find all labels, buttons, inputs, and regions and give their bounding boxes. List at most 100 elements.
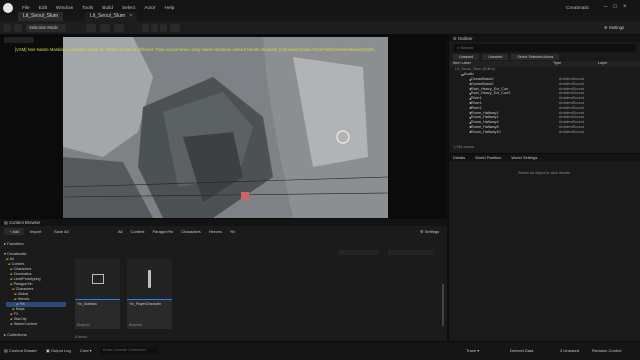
details-panel: Details World Partition World Settings S… (448, 153, 640, 341)
menu-actor[interactable]: Actor (144, 6, 155, 12)
cmd-dropdown[interactable]: Cmd ▾ (80, 348, 92, 353)
outliner-search-input[interactable]: ⌕ Search (453, 44, 636, 52)
character-figure-icon (148, 270, 151, 288)
details-tabs: Details World Partition World Settings (449, 154, 640, 161)
blueprint-icon[interactable] (100, 24, 110, 32)
filter-unsaved[interactable]: Unsaved (453, 54, 480, 60)
outliner-row-label: Room_Hallway10 (470, 129, 501, 134)
add-content-icon[interactable] (86, 24, 96, 32)
tree-folder-label: StarterContent (13, 322, 38, 326)
column-layer[interactable]: Layer (598, 61, 608, 67)
cb-settings-button[interactable]: ⚙ Settings (420, 229, 439, 234)
outliner-row-type: AmbientSound (558, 115, 584, 120)
outliner-row-type: AmbientSound (558, 91, 584, 96)
menu-window[interactable]: Window (56, 6, 73, 12)
cb-scrollbar[interactable] (442, 284, 444, 326)
play-icon[interactable] (142, 24, 149, 32)
add-button[interactable]: + Add (4, 228, 25, 235)
asset-tile[interactable]: Yin_Sidekick Blueprint (75, 259, 120, 329)
tab-world-partition[interactable]: World Partition (475, 155, 501, 160)
close-icon[interactable]: × (129, 13, 132, 19)
menu-edit[interactable]: Edit (39, 6, 47, 12)
favorites-section[interactable]: ▸ Favorites (4, 241, 24, 246)
outliner-filters: Unsaved Unsaved Select Selected Actors (453, 54, 636, 60)
status-bar: ▤ Content Drawer ▣ Output Log Cmd ▾ Ente… (0, 341, 640, 360)
derived-data-button[interactable]: Derived Data (510, 348, 533, 353)
cinematics-icon[interactable] (114, 24, 124, 32)
pause-icon[interactable] (151, 24, 158, 32)
outliner-row-type: AmbientSound (558, 110, 584, 115)
stop-icon[interactable] (160, 24, 167, 32)
cb-search-row (68, 250, 448, 257)
toolbar: Selection Mode ⚙ Settings (0, 21, 640, 35)
menu-select[interactable]: Select (122, 6, 135, 12)
scene-image (63, 37, 388, 218)
tab-label: Lit_Seoul_Slum (23, 13, 59, 19)
content-drawer-button[interactable]: ▤ Content Drawer (4, 348, 37, 353)
menu-build[interactable]: Build (102, 6, 113, 12)
asset-thumbnail (75, 259, 120, 299)
outliner-row-label: Room_Hallway4 (470, 120, 499, 125)
revision-control-button[interactable]: Revision Control (592, 348, 621, 353)
outliner-row-type: AmbientSound (558, 76, 584, 81)
unsaved-button[interactable]: 3 Unsaved (560, 348, 579, 353)
outliner-row-type: AmbientSound (558, 120, 584, 125)
outliner-row[interactable]: ◂ Room_Hallway10 AmbientSound (449, 129, 640, 135)
filter-selected[interactable]: Select Selected Actors (511, 54, 560, 60)
filter-unsaved-2[interactable]: Unsaved (482, 54, 509, 60)
content-browser-toolbar: + Add Import Save All All Content Parago… (0, 226, 447, 237)
outliner-row-label: Room_Hallway1 (470, 110, 499, 115)
save-icon[interactable] (3, 24, 11, 32)
cb-filter-field[interactable] (338, 250, 378, 255)
outliner-row-label: Rain_Heavy_Ext_Cue2 (470, 91, 511, 96)
details-empty-text: Select an object to view details. (518, 171, 571, 175)
user-name: Creatmatic (566, 6, 590, 11)
window-controls[interactable]: –□× (604, 4, 632, 10)
folder-tree: ▰ All ▰ Content ▰ Characters ▰ Cinematics ▰ … (6, 257, 66, 327)
tree-folder-label: Characters (15, 287, 34, 291)
menu-help[interactable]: Help (165, 6, 175, 12)
collections-section[interactable]: ▸ Collections (4, 332, 27, 337)
selection-mode-button[interactable]: Selection Mode (26, 24, 66, 32)
tree-folder-label: ParagonYin (13, 282, 33, 286)
tree-root[interactable]: ▾ Creatmatic (4, 251, 26, 256)
column-type[interactable]: Type (553, 61, 598, 67)
tab-level-2[interactable]: Lit_Seoul_Slum × (85, 12, 138, 21)
trace-button[interactable]: Trace ▾ (466, 348, 479, 353)
import-button[interactable]: Import (30, 229, 41, 234)
tree-folder[interactable]: ▰ StarterContent (6, 322, 66, 327)
column-item-label[interactable]: Item Label (453, 61, 553, 67)
asset-name: Yin_PlayerCharacter (129, 302, 162, 306)
title-bar: Lit_Seoul_Slum Lit_Seoul_Slum × File Edi… (0, 0, 640, 21)
outliner-row-label: Room_Hallway8 (470, 124, 499, 129)
tab-level-1[interactable]: Lit_Seoul_Slum (18, 12, 64, 21)
tree-folder-label: Heroes (17, 297, 30, 301)
outliner-row-label: Rain_Heavy_Ext_Cue (470, 86, 509, 91)
monitor-icon (91, 274, 104, 284)
outliner-row-label: River1 (470, 100, 482, 105)
breadcrumb: All Content ParagonYin Characters Heroes… (118, 229, 236, 234)
outliner-row-type: AmbientSound (558, 86, 584, 91)
viewport-scene[interactable] (63, 37, 388, 218)
folder-icon[interactable] (14, 24, 22, 32)
outliner-row-type: AmbientSound (558, 100, 584, 105)
settings-button[interactable]: ⚙ Settings (604, 25, 624, 30)
menu-tools[interactable]: Tools (82, 6, 93, 12)
tab-world-settings[interactable]: World Settings (511, 155, 537, 160)
asset-tile[interactable]: Yin_PlayerCharacter Blueprint (127, 259, 172, 329)
save-all-button[interactable]: Save All (54, 229, 68, 234)
outliner-row-label: River1 (470, 96, 482, 101)
outliner-row-label: OceanBasic0 (470, 81, 494, 86)
viewport-options-button[interactable] (4, 37, 34, 43)
unreal-logo-icon (3, 3, 13, 13)
main-menu: File Edit Window Tools Build Select Acto… (22, 6, 174, 12)
outliner-row-type: AmbientSound (558, 81, 584, 86)
tab-details[interactable]: Details (453, 155, 465, 160)
cb-item-count: 5 items (75, 335, 88, 339)
menu-file[interactable]: File (22, 6, 30, 12)
platforms-icon[interactable] (170, 24, 180, 32)
console-input[interactable]: Enter Console Command (100, 347, 158, 354)
tree-folder-label: Cinematics (13, 272, 32, 276)
output-log-button[interactable]: ▣ Output Log (46, 348, 71, 353)
cb-search-input[interactable] (388, 250, 433, 255)
